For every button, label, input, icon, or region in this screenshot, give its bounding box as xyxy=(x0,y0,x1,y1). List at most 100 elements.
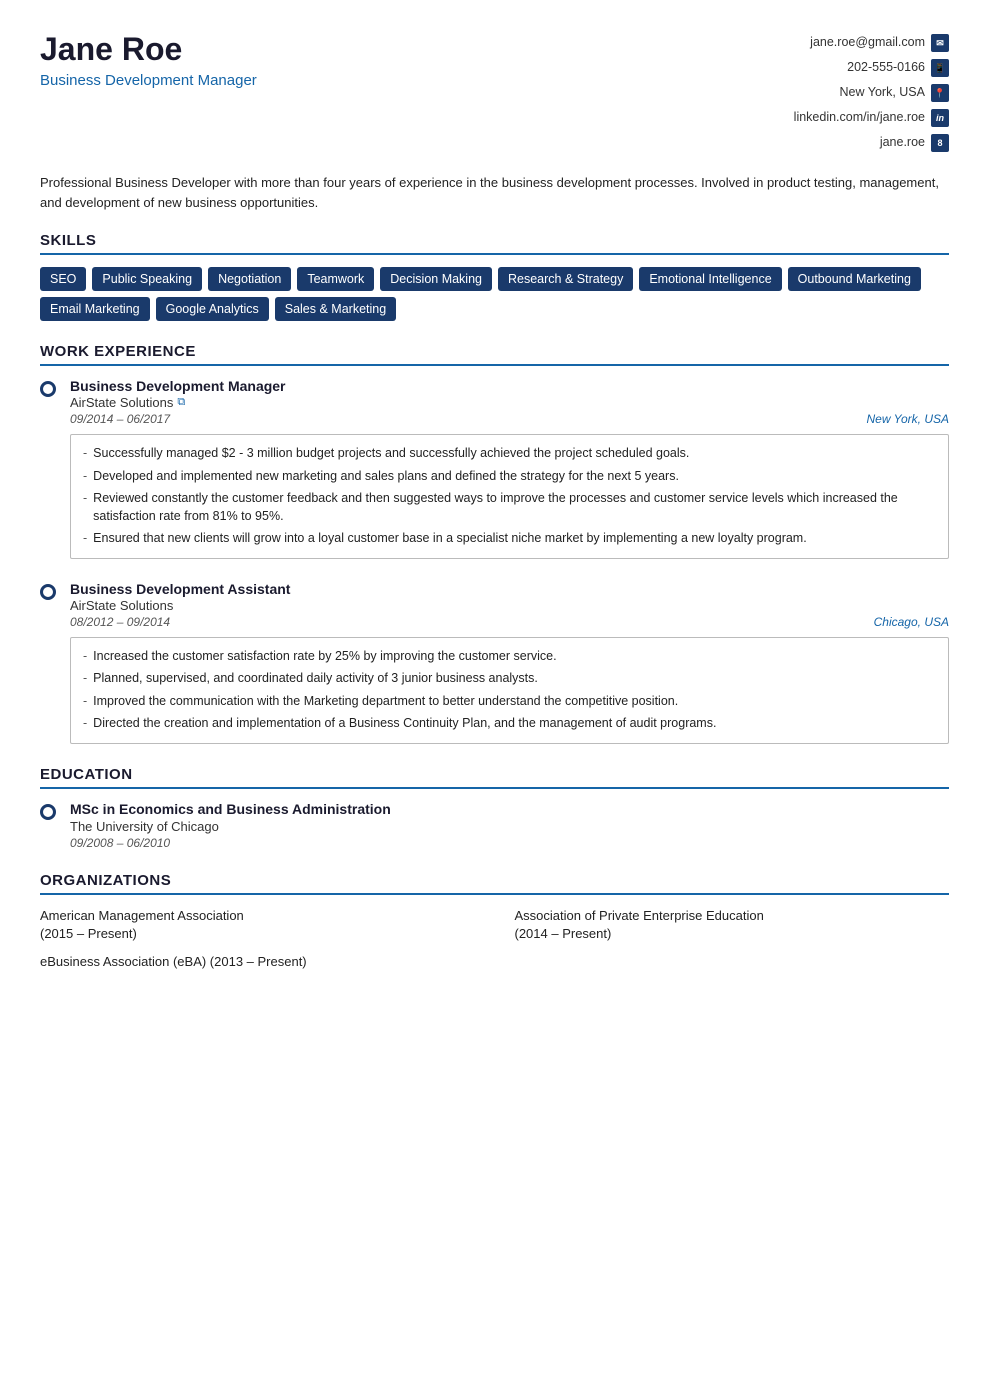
date-range: 09/2014 – 06/2017 xyxy=(70,412,170,426)
bullet-item: -Directed the creation and implementatio… xyxy=(83,715,936,733)
company-name: AirState Solutions xyxy=(70,598,949,613)
skill-badge: SEO xyxy=(40,267,86,291)
org-item: Association of Private Enterprise Educat… xyxy=(515,907,950,943)
phone-text: 202-555-0166 xyxy=(847,55,925,80)
bullet-text: Successfully managed $2 - 3 million budg… xyxy=(93,445,689,463)
location-icon: 📍 xyxy=(931,84,949,102)
org-item: eBusiness Association (eBA) (2013 – Pres… xyxy=(40,953,949,971)
timeline-dot xyxy=(40,581,56,744)
education-title: EDUCATION xyxy=(40,766,949,789)
location-row: New York, USA 📍 xyxy=(794,80,949,105)
education-entries-container: MSc in Economics and Business Administra… xyxy=(40,801,949,850)
work-experience-title: WORK EXPERIENCE xyxy=(40,343,949,366)
email-row: jane.roe@gmail.com ✉ xyxy=(794,30,949,55)
skill-badge: Decision Making xyxy=(380,267,492,291)
organizations-section: ORGANIZATIONS American Management Associ… xyxy=(40,872,949,972)
skill-badge: Email Marketing xyxy=(40,297,150,321)
job-title: Business Development Assistant xyxy=(70,581,949,597)
bullet-item: -Improved the communication with the Mar… xyxy=(83,693,936,711)
bullet-dash: - xyxy=(83,693,87,711)
bullet-item: -Successfully managed $2 - 3 million bud… xyxy=(83,445,936,463)
linkedin-row: linkedin.com/in/jane.roe in xyxy=(794,105,949,130)
candidate-name: Jane Roe xyxy=(40,30,257,68)
job-title: Business Development Manager xyxy=(70,378,949,394)
bullet-box: -Successfully managed $2 - 3 million bud… xyxy=(70,434,949,559)
linkedin-icon: in xyxy=(931,109,949,127)
skill-badge: Negotiation xyxy=(208,267,291,291)
bullet-item: -Reviewed constantly the customer feedba… xyxy=(83,490,936,525)
skills-section: SKILLS SEOPublic SpeakingNegotiationTeam… xyxy=(40,232,949,321)
entry-content: Business Development AssistantAirState S… xyxy=(70,581,949,744)
bullet-item: -Increased the customer satisfaction rat… xyxy=(83,648,936,666)
resume-header: Jane Roe Business Development Manager ja… xyxy=(40,30,949,155)
skill-badge: Sales & Marketing xyxy=(275,297,396,321)
date-location-row: 08/2012 – 09/2014 Chicago, USA xyxy=(70,615,949,629)
edu-school: The University of Chicago xyxy=(70,819,391,834)
bullet-item: -Ensured that new clients will grow into… xyxy=(83,530,936,548)
work-experience-section: WORK EXPERIENCE Business Development Man… xyxy=(40,343,949,744)
bullet-text: Directed the creation and implementation… xyxy=(93,715,716,733)
company-name: AirState Solutions⧉ xyxy=(70,395,949,410)
organizations-title: ORGANIZATIONS xyxy=(40,872,949,895)
bullet-dash: - xyxy=(83,530,87,548)
dot-icon xyxy=(40,584,56,600)
bullet-text: Improved the communication with the Mark… xyxy=(93,693,678,711)
dot-icon xyxy=(40,381,56,397)
bullet-text: Reviewed constantly the customer feedbac… xyxy=(93,490,936,525)
skill-badge: Outbound Marketing xyxy=(788,267,921,291)
skill-badge: Research & Strategy xyxy=(498,267,633,291)
experience-entry: Business Development AssistantAirState S… xyxy=(40,581,949,744)
skill-badge: Public Speaking xyxy=(92,267,202,291)
work-entries-container: Business Development ManagerAirState Sol… xyxy=(40,378,949,744)
location-text: New York, USA xyxy=(840,80,925,105)
header-contact: jane.roe@gmail.com ✉ 202-555-0166 📱 New … xyxy=(794,30,949,155)
candidate-title: Business Development Manager xyxy=(40,72,257,89)
job-location: New York, USA xyxy=(867,412,949,426)
portfolio-icon: 8 xyxy=(931,134,949,152)
org-years: (2014 – Present) xyxy=(515,926,612,941)
bullet-dash: - xyxy=(83,715,87,733)
bullet-dash: - xyxy=(83,648,87,666)
timeline-dot xyxy=(40,378,56,559)
org-years: (2015 – Present) xyxy=(40,926,137,941)
bullet-dash: - xyxy=(83,468,87,486)
org-item: American Management Association (2015 – P… xyxy=(40,907,475,943)
organizations-grid: American Management Association (2015 – P… xyxy=(40,907,949,972)
education-section: EDUCATION MSc in Economics and Business … xyxy=(40,766,949,850)
org-name: Association of Private Enterprise Educat… xyxy=(515,908,764,923)
date-location-row: 09/2014 – 06/2017 New York, USA xyxy=(70,412,949,426)
portfolio-row: jane.roe 8 xyxy=(794,130,949,155)
bullet-box: -Increased the customer satisfaction rat… xyxy=(70,637,949,744)
email-text: jane.roe@gmail.com xyxy=(810,30,925,55)
skills-container: SEOPublic SpeakingNegotiationTeamworkDec… xyxy=(40,267,949,321)
edu-date: 09/2008 – 06/2010 xyxy=(70,836,391,850)
entry-content: Business Development ManagerAirState Sol… xyxy=(70,378,949,559)
skill-badge: Teamwork xyxy=(297,267,374,291)
edu-dot-icon xyxy=(40,804,56,820)
bullet-dash: - xyxy=(83,490,87,525)
bullet-item: -Planned, supervised, and coordinated da… xyxy=(83,670,936,688)
edu-degree: MSc in Economics and Business Administra… xyxy=(70,801,391,817)
email-icon: ✉ xyxy=(931,34,949,52)
bullet-text: Increased the customer satisfaction rate… xyxy=(93,648,556,666)
linkedin-text: linkedin.com/in/jane.roe xyxy=(794,105,925,130)
bullet-text: Developed and implemented new marketing … xyxy=(93,468,679,486)
portfolio-text: jane.roe xyxy=(880,130,925,155)
job-location: Chicago, USA xyxy=(874,615,949,629)
org-name: American Management Association xyxy=(40,908,244,923)
bullet-text: Ensured that new clients will grow into … xyxy=(93,530,807,548)
external-link-icon[interactable]: ⧉ xyxy=(177,396,185,409)
edu-content: MSc in Economics and Business Administra… xyxy=(70,801,391,850)
date-range: 08/2012 – 09/2014 xyxy=(70,615,170,629)
bullet-dash: - xyxy=(83,670,87,688)
bullet-item: -Developed and implemented new marketing… xyxy=(83,468,936,486)
education-entry: MSc in Economics and Business Administra… xyxy=(40,801,949,850)
skills-section-title: SKILLS xyxy=(40,232,949,255)
phone-icon: 📱 xyxy=(931,59,949,77)
skill-badge: Google Analytics xyxy=(156,297,269,321)
bullet-text: Planned, supervised, and coordinated dai… xyxy=(93,670,538,688)
phone-row: 202-555-0166 📱 xyxy=(794,55,949,80)
edu-timeline-dot xyxy=(40,801,56,850)
experience-entry: Business Development ManagerAirState Sol… xyxy=(40,378,949,559)
summary-text: Professional Business Developer with mor… xyxy=(40,175,939,210)
